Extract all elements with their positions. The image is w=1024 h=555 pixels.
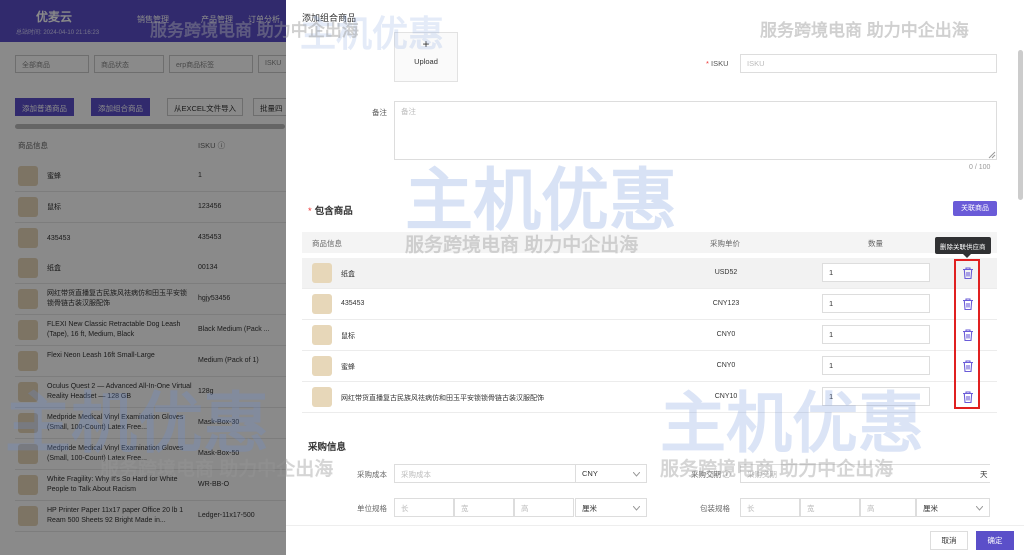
product-name: 纸盒	[341, 271, 355, 278]
purchase-price: CNY0	[716, 362, 736, 369]
currency-select[interactable]: CNY	[575, 464, 647, 483]
purchase-price: CNY123	[712, 300, 740, 307]
currency-value: CNY	[582, 469, 598, 478]
unit-width-input[interactable]: 宽	[454, 498, 514, 517]
delete-tooltip: 删除关联供应商	[935, 237, 991, 258]
product-thumbnail	[312, 387, 332, 407]
purchase-cost-input[interactable]: 采购成本	[394, 464, 576, 483]
unit-dim-value: 厘米	[582, 504, 597, 513]
product-thumbnail	[312, 325, 332, 345]
note-counter: 0 / 100	[969, 164, 991, 171]
quantity-input[interactable]: 1	[822, 294, 930, 313]
chevron-down-icon	[633, 506, 640, 511]
col-product-info: 商品信息	[312, 239, 342, 248]
package-spec-label: 包装规格	[700, 504, 730, 513]
package-width-input[interactable]: 宽	[800, 498, 860, 517]
chevron-down-icon	[633, 472, 640, 477]
lead-time-input[interactable]: 采购交期	[740, 464, 990, 483]
col-purchase-price: 采购单价	[710, 239, 740, 248]
included-products-title-text: 包含商品	[314, 206, 353, 217]
add-combo-product-drawer: 添加组合商品 + Upload * ISKU ISKU 备注 备注 0 / 10…	[286, 0, 1024, 555]
product-name: 网红带货直播复古民族风祛病仿和田玉平安锁锁骨链古装汉服配饰	[341, 395, 544, 402]
note-label: 备注	[372, 108, 387, 117]
purchase-info-title: 采购信息	[308, 442, 347, 453]
quantity-input[interactable]: 1	[822, 387, 930, 406]
isku-input[interactable]: ISKU	[740, 54, 997, 73]
confirm-button[interactable]: 确定	[976, 531, 1014, 550]
purchase-cost-label: 采购成本	[357, 470, 387, 479]
included-product-row: 纸盒 USD52 1	[302, 258, 997, 289]
isku-label-text: ISKU	[711, 59, 729, 68]
cancel-button[interactable]: 取消	[930, 531, 968, 550]
included-products-header: 商品信息 采购单价 数量	[302, 232, 997, 253]
package-height-input[interactable]: 高	[860, 498, 916, 517]
associate-products-button[interactable]: 关联商品	[953, 201, 997, 216]
purchase-price: USD52	[714, 269, 738, 276]
highlight-box	[954, 259, 980, 409]
product-thumbnail	[312, 263, 332, 283]
package-length-input[interactable]: 长	[740, 498, 800, 517]
required-mark: *	[706, 59, 709, 68]
included-product-row: 网红带货直播复古民族风祛病仿和田玉平安锁锁骨链古装汉服配饰 CNY10 1	[302, 382, 997, 413]
plus-icon: +	[422, 37, 430, 51]
image-upload[interactable]: + Upload	[394, 32, 458, 82]
quantity-input[interactable]: 1	[822, 263, 930, 282]
unit-height-input[interactable]: 高	[514, 498, 574, 517]
unit-length-input[interactable]: 长	[394, 498, 454, 517]
product-name: 鼠标	[341, 333, 355, 340]
package-dim-select[interactable]: 厘米	[916, 498, 990, 517]
unit-dim-select[interactable]: 厘米	[575, 498, 647, 517]
upload-label: Upload	[414, 57, 438, 66]
included-product-row: 蜜蜂 CNY0 1	[302, 351, 997, 382]
lead-time-unit: 天	[980, 470, 988, 479]
lead-time-label: 采购交期 ⓘ	[691, 470, 731, 479]
unit-spec-label: 单位规格	[357, 504, 387, 513]
chevron-down-icon	[976, 506, 983, 511]
col-quantity: 数量	[868, 239, 883, 248]
purchase-price: CNY0	[716, 331, 736, 338]
vertical-scrollbar[interactable]	[1018, 50, 1023, 200]
quantity-input[interactable]: 1	[822, 325, 930, 344]
product-name: 435453	[341, 300, 365, 307]
note-textarea[interactable]: 备注	[394, 101, 997, 160]
included-product-row: 鼠标 CNY0 1	[302, 320, 997, 351]
drawer-title: 添加组合商品	[302, 13, 357, 23]
included-product-row: 435453 CNY123 1	[302, 289, 997, 320]
drawer-footer: 取消 确定	[286, 525, 1024, 555]
included-products-title: * 包含商品	[308, 203, 353, 217]
product-thumbnail	[312, 356, 332, 376]
product-name: 蜜蜂	[341, 364, 355, 371]
package-dim-value: 厘米	[923, 504, 938, 513]
quantity-input[interactable]: 1	[822, 356, 930, 375]
resize-handle-icon[interactable]	[988, 151, 996, 159]
purchase-price: CNY10	[714, 393, 738, 400]
required-mark: *	[308, 206, 312, 217]
product-thumbnail	[312, 294, 332, 314]
isku-label: * ISKU	[706, 59, 729, 68]
